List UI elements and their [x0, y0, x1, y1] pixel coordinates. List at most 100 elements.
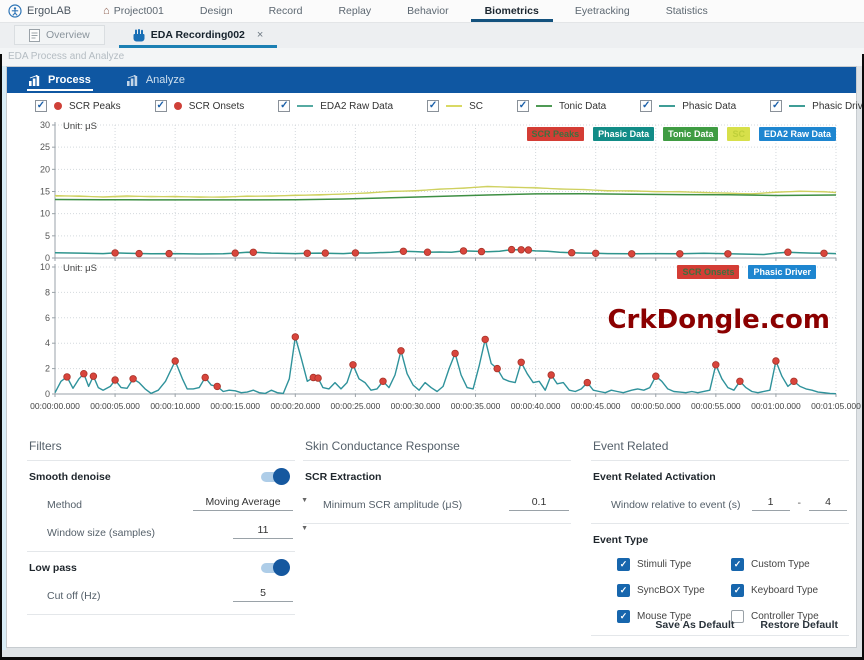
marker-scr-peaks	[568, 249, 575, 256]
checked-checkbox-icon[interactable]: ✓	[35, 100, 47, 112]
window-from-input[interactable]: 1	[752, 496, 790, 511]
marker-scr-peaks	[592, 250, 599, 257]
event-type-syncbox-type[interactable]: ✓ SyncBOX Type	[617, 584, 713, 597]
svg-text:0: 0	[45, 389, 50, 397]
series-visibility-row: ✓SCR Peaks✓SCR Onsets✓EDA2 Raw Data✓SC✓T…	[7, 93, 856, 119]
marker-scr-onsets	[315, 375, 322, 382]
checked-checkbox-icon[interactable]: ✓	[278, 100, 290, 112]
eda-overview-chart: Unit: μS SCR PeaksPhasic DataTonic DataS…	[19, 119, 844, 261]
nav-item-design[interactable]: Design	[182, 0, 251, 22]
breadcrumb-row: EDA Process and Analyze	[0, 48, 864, 66]
marker-scr-onsets	[202, 374, 209, 381]
window-from-value: 1	[768, 496, 774, 508]
svg-text:10: 10	[40, 209, 50, 219]
doc-tab-label: Overview	[46, 29, 90, 41]
series-toggle-sc[interactable]: ✓ SC	[427, 100, 483, 112]
min-amplitude-label: Minimum SCR amplitude (μS)	[323, 499, 462, 511]
cutoff-input[interactable]: 5	[233, 587, 293, 602]
checked-checkbox-icon[interactable]: ✓	[731, 558, 744, 571]
min-amplitude-input[interactable]: 0.1	[509, 496, 569, 511]
series-toggle-label: SC	[469, 101, 483, 112]
marker-scr-onsets	[292, 334, 299, 341]
doc-tab-overview[interactable]: Overview	[14, 25, 105, 45]
checked-checkbox-icon[interactable]: ✓	[617, 558, 630, 571]
min-amplitude-value: 0.1	[532, 496, 547, 508]
nav-item-replay[interactable]: Replay	[320, 0, 389, 22]
smooth-denoise-toggle[interactable]	[261, 472, 287, 482]
restore-default-button[interactable]: Restore Default	[760, 619, 838, 631]
nav-item-label: Statistics	[666, 5, 708, 17]
nav-item-eyetracking[interactable]: Eyetracking	[557, 0, 648, 22]
event-related-title: Event Related	[591, 433, 849, 461]
nav-item-record[interactable]: Record	[251, 0, 321, 22]
document-tab-bar: Overview EDA Recording002×	[0, 22, 864, 48]
nav-item-biometrics[interactable]: Biometrics	[467, 0, 557, 22]
watermark-text: CrkDongle.com	[607, 305, 830, 335]
close-icon[interactable]: ×	[257, 29, 263, 41]
chart1-legend: SCR PeaksPhasic DataTonic DataSCEDA2 Raw…	[527, 127, 836, 141]
nav-item-label: Biometrics	[485, 5, 539, 17]
time-tick-label: 00:00:25.000	[331, 401, 381, 411]
tab-process[interactable]: Process	[15, 67, 105, 93]
time-tick-label: 00:01:00.000	[751, 401, 801, 411]
marker-scr-onsets	[90, 373, 97, 380]
checked-checkbox-icon[interactable]: ✓	[155, 100, 167, 112]
event-type-keyboard-type[interactable]: ✓Keyboard Type	[731, 584, 849, 597]
series-toggle-phasic-data[interactable]: ✓ Phasic Data	[640, 100, 736, 112]
series-toggle-phasic-driver[interactable]: ✓ Phasic Driver	[770, 100, 864, 112]
method-value: Moving Average	[205, 496, 280, 508]
svg-text:10: 10	[40, 262, 50, 272]
series-toggle-scr-onsets[interactable]: ✓ SCR Onsets	[155, 100, 245, 112]
checked-checkbox-icon[interactable]: ✓	[770, 100, 782, 112]
nav-item-statistics[interactable]: Statistics	[648, 0, 726, 22]
series-toggle-label: EDA2 Raw Data	[320, 101, 393, 112]
event-type-stimuli-type[interactable]: ✓Stimuli Type	[617, 558, 713, 571]
time-tick-label: 00:00:00.000	[30, 401, 80, 411]
marker-scr-peaks	[250, 249, 257, 256]
svg-text:6: 6	[45, 313, 50, 323]
nav-item-behavior[interactable]: Behavior	[389, 0, 466, 22]
marker-scr-peaks	[112, 250, 119, 257]
time-tick-label: 00:00:50.000	[631, 401, 681, 411]
marker-scr-onsets	[452, 350, 459, 357]
series-toggle-label: Phasic Driver	[812, 101, 864, 112]
low-pass-toggle[interactable]	[261, 563, 287, 573]
save-as-default-button[interactable]: Save As Default	[655, 619, 734, 631]
checked-checkbox-icon[interactable]: ✓	[517, 100, 529, 112]
filters-title: Filters	[27, 433, 295, 461]
doc-tab-eda-recording002[interactable]: EDA Recording002×	[119, 22, 278, 48]
settings-footer: Save As Default Restore Default	[655, 619, 838, 631]
series-toggle-label: Phasic Data	[682, 101, 736, 112]
range-separator: -	[798, 497, 802, 511]
checked-checkbox-icon[interactable]: ✓	[640, 100, 652, 112]
window-to-input[interactable]: 4	[809, 496, 847, 511]
method-dropdown[interactable]: Moving Average ▼	[193, 496, 293, 511]
window-size-dropdown[interactable]: 11 ▼	[233, 524, 293, 539]
marker-scr-peaks	[525, 247, 532, 254]
marker-scr-onsets	[737, 378, 744, 385]
marker-scr-peaks	[304, 250, 311, 257]
series-toggle-scr-peaks[interactable]: ✓SCR Peaks	[35, 100, 121, 112]
series-toggle-tonic-data[interactable]: ✓Tonic Data	[517, 100, 606, 112]
line-marker-icon	[536, 105, 552, 107]
marker-scr-peaks	[460, 248, 467, 255]
tab-label: Analyze	[146, 74, 185, 86]
series-toggle-label: SCR Onsets	[189, 101, 245, 112]
event-type-custom-type[interactable]: ✓Custom Type	[731, 558, 849, 571]
tab-analyze[interactable]: Analyze	[113, 67, 199, 93]
time-tick-label: 00:00:40.000	[511, 401, 561, 411]
time-tick-label: 00:00:20.000	[270, 401, 320, 411]
checked-checkbox-icon[interactable]: ✓	[617, 610, 630, 623]
event-type-label: SyncBOX Type	[637, 585, 705, 596]
checked-checkbox-icon[interactable]: ✓	[427, 100, 439, 112]
checked-checkbox-icon[interactable]: ✓	[731, 584, 744, 597]
scr-title: Skin Conductance Response	[303, 433, 571, 461]
marker-scr-onsets	[482, 336, 489, 343]
eda-process-panel: ProcessAnalyze ✓SCR Peaks✓SCR Onsets✓EDA…	[6, 66, 857, 648]
document-icon	[29, 29, 40, 42]
time-axis-labels: 00:00:00.00000:00:05.00000:00:10.00000:0…	[19, 399, 844, 415]
series-toggle-eda2-raw-data[interactable]: ✓ EDA2 Raw Data	[278, 100, 393, 112]
nav-item-project001[interactable]: ⌂Project001	[85, 0, 182, 22]
ergolab-brand[interactable]: ErgoLAB	[0, 4, 85, 18]
checked-checkbox-icon[interactable]: ✓	[617, 584, 630, 597]
